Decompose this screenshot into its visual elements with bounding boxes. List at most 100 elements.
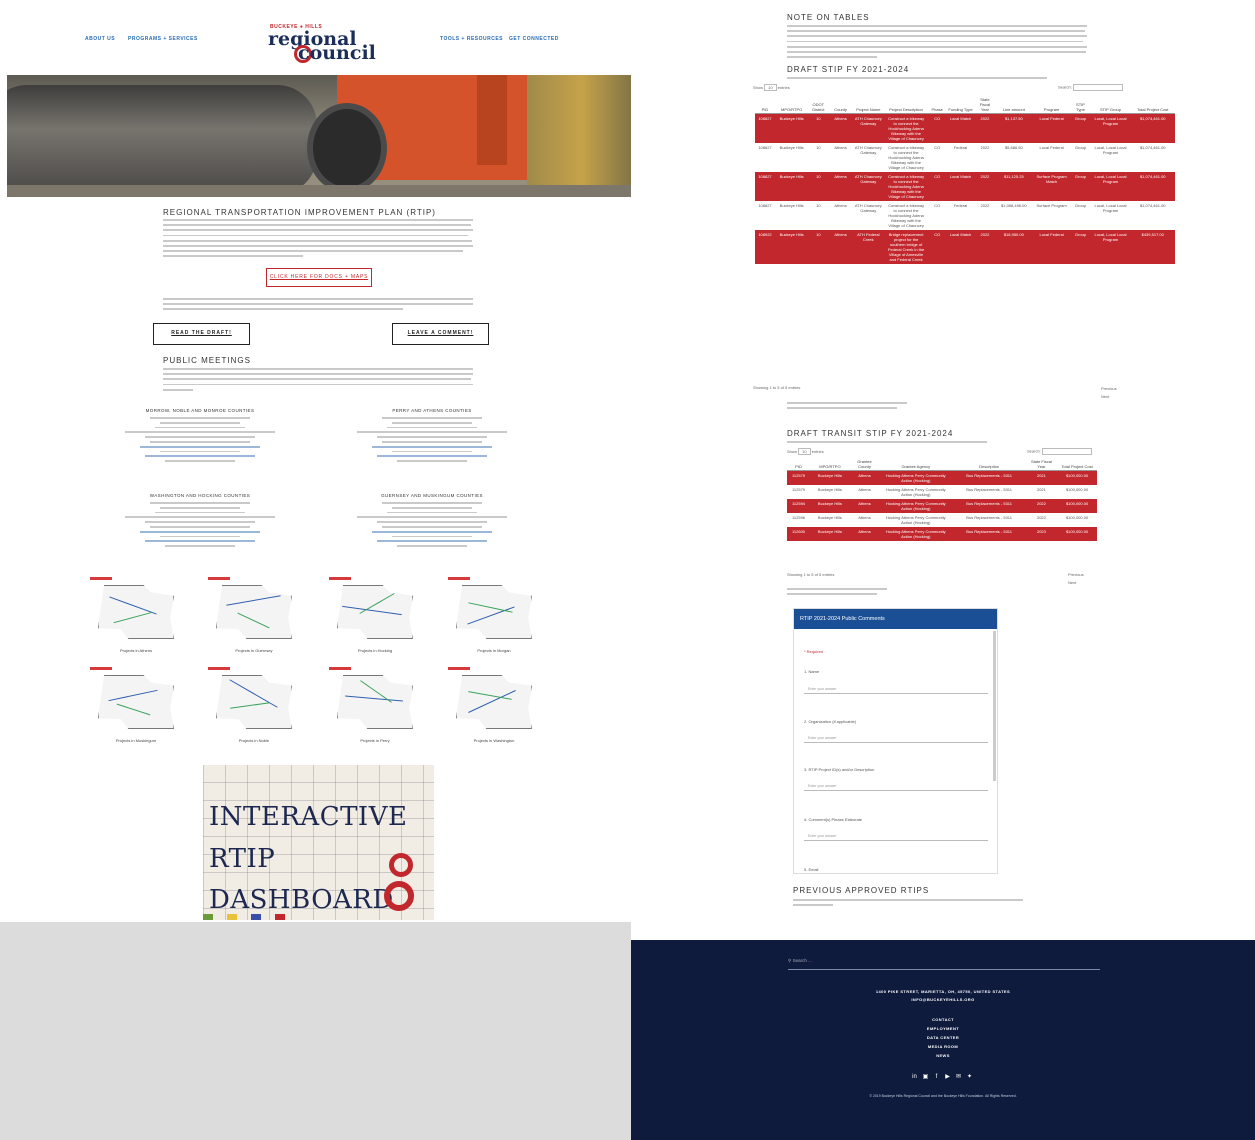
column-header[interactable]: STIP Type [1070,96,1091,114]
county-map[interactable]: Projects in Washington [446,665,542,743]
table-cell: Local, Local Local Program [1094,203,1127,213]
nav-tools-resources[interactable]: TOOLS + RESOURCES [440,36,503,42]
form-scrollbar[interactable] [993,631,996,781]
table-cell: Buckeye Hills [810,470,850,485]
column-header[interactable]: State Fiscal Year [1025,458,1058,471]
column-header[interactable]: STIP Group [1090,96,1131,114]
table-row: 108827 Buckeye Hills 10 Athens ATH Chauncey … [755,113,1175,143]
column-header[interactable]: PID [755,96,775,114]
table-cell: CO [934,203,941,208]
table-cell: Local Federal [1039,145,1064,150]
column-header[interactable]: Project Description [883,96,929,114]
docs-maps-button[interactable]: CLICK HERE FOR DOCS + MAPS [266,268,372,287]
column-header[interactable]: Total Project Cost [1057,458,1097,471]
facebook-icon[interactable]: f [933,1074,940,1081]
column-header[interactable]: Project Name [852,96,884,114]
email-icon[interactable]: ✉ [955,1074,962,1081]
column-header[interactable]: Funding Type [946,96,975,114]
table-cell: 2022 [974,113,995,143]
linkedin-icon[interactable]: in [911,1074,918,1081]
form-label-comment: 4. Comment(s) Please Elaborate [804,817,863,822]
table-cell: 112600 [787,527,811,541]
stip-search-input[interactable] [1072,84,1123,91]
table-cell: 2022 [980,145,990,150]
column-header[interactable]: Line amount [994,96,1033,114]
stip-subtitle [787,77,1047,82]
county-map[interactable]: Projects in Hocking [327,575,423,653]
table-cell: Bus Replacements - 5311 [952,527,1026,541]
column-header[interactable]: Description [952,458,1026,471]
dashboard-line-3: DASHBOARD [209,885,394,915]
column-header[interactable]: Phase [928,96,947,114]
project-field[interactable]: Enter your answer [804,781,988,791]
nav-get-connected[interactable]: GET CONNECTED [509,36,559,42]
footer-link-employment[interactable]: EMPLOYMENT [631,1026,1255,1031]
footer-link-data-center[interactable]: DATA CENTER [631,1035,1255,1040]
stip-previous-button[interactable]: Previous [1101,386,1117,391]
table-cell: ATH Chauncey Gateway [854,203,882,213]
table-cell: CO [934,145,941,150]
transit-search-input[interactable] [1041,448,1092,455]
footer-link-media-room[interactable]: MEDIA ROOM [631,1044,1255,1049]
comment-field[interactable]: Enter your answer [804,831,988,841]
column-header[interactable]: MPO/RTPO [810,458,850,471]
organization-field[interactable]: Enter your answer [804,733,988,743]
column-header[interactable]: ODOT District [808,96,829,114]
table-cell: Athens [849,527,880,541]
transit-title: DRAFT TRANSIT STIP FY 2021-2024 [787,429,954,438]
county-map[interactable]: Projects in Noble [206,665,302,743]
twitter-icon[interactable]: ✦ [966,1074,973,1081]
column-header[interactable]: MPO/RTPO [775,96,809,114]
instagram-icon[interactable]: ▣ [922,1074,929,1081]
table-cell: $1,074,461.00 [1139,203,1166,208]
column-header[interactable]: State Fiscal Year [974,96,995,114]
table-cell: 10 [808,230,829,264]
table-cell: 108827 [755,172,775,201]
table-cell: 10 [808,172,829,201]
column-header[interactable]: Grantee County [849,458,880,471]
length-select[interactable]: 10 [798,448,811,455]
name-field[interactable]: Enter your answer [804,684,988,694]
nav-programs-services[interactable]: PROGRAMS + SERVICES [128,36,198,42]
nav-about-us[interactable]: ABOUT US [85,36,115,42]
meeting-block: GUERNSEY AND MUSKINGUM COUNTIES [347,493,517,550]
meeting-heading: MORROW, NOBLE AND MONROE COUNTIES [145,408,255,413]
table-cell: $5,686.50 [1004,145,1023,150]
county-map[interactable]: Projects in Guernsey [206,575,302,653]
hero-road [7,185,631,197]
footer-link-contact[interactable]: CONTACT [631,1017,1255,1022]
transit-length-control[interactable]: Show 10 entries [787,448,824,455]
column-header[interactable]: Total Project Cost [1130,96,1175,114]
site-logo[interactable]: BUCKEYE ● HILLS regional council [268,24,378,64]
county-map[interactable]: Projects in Perry [327,665,423,743]
length-select[interactable]: 10 [764,84,777,91]
table-row: 112596 Buckeye Hills Athens Hocking Athens … [787,513,1097,527]
column-header[interactable]: Program [1032,96,1071,114]
interactive-dashboard-link[interactable]: INTERACTIVE RTIP DASHBOARD [203,765,434,920]
column-header[interactable]: County [828,96,853,114]
read-draft-button[interactable]: READ THE DRAFT! [153,323,250,345]
footer-email[interactable]: INFO@BUCKEYEHILLS.ORG [631,997,1255,1002]
stip-length-control[interactable]: Show 10 entries [753,84,790,91]
dashboard-legend [203,914,285,920]
youtube-icon[interactable]: ▶ [944,1074,951,1081]
footer-search-placeholder: Search ... [792,958,812,963]
notes-paragraph [787,25,1087,61]
transit-previous-button[interactable]: Previous [1068,572,1084,577]
county-map[interactable]: Projects in Athens [88,575,184,653]
stip-next-button[interactable]: Next [1101,394,1109,399]
table-cell: 108922 [755,230,775,264]
stip-footnote [787,402,907,412]
county-map[interactable]: Projects in Morgan [446,575,542,653]
transit-next-button[interactable]: Next [1068,580,1076,585]
column-header[interactable]: Grantee Agency [879,458,953,471]
leave-comment-button[interactable]: LEAVE A COMMENT! [392,323,489,345]
county-map[interactable]: Projects in Muskingum [88,665,184,743]
footer-link-news[interactable]: NEWS [631,1053,1255,1058]
transit-search-control: Search: [1027,448,1092,455]
table-cell: $11,125.25 [994,172,1033,201]
table-cell: Hocking Athens Perry Community Action (H… [885,515,946,525]
column-header[interactable]: PID [787,458,811,471]
footer-search-input[interactable]: ⚲ Search ... [788,958,1100,970]
map-caption: Projects in Morgan [477,648,511,653]
